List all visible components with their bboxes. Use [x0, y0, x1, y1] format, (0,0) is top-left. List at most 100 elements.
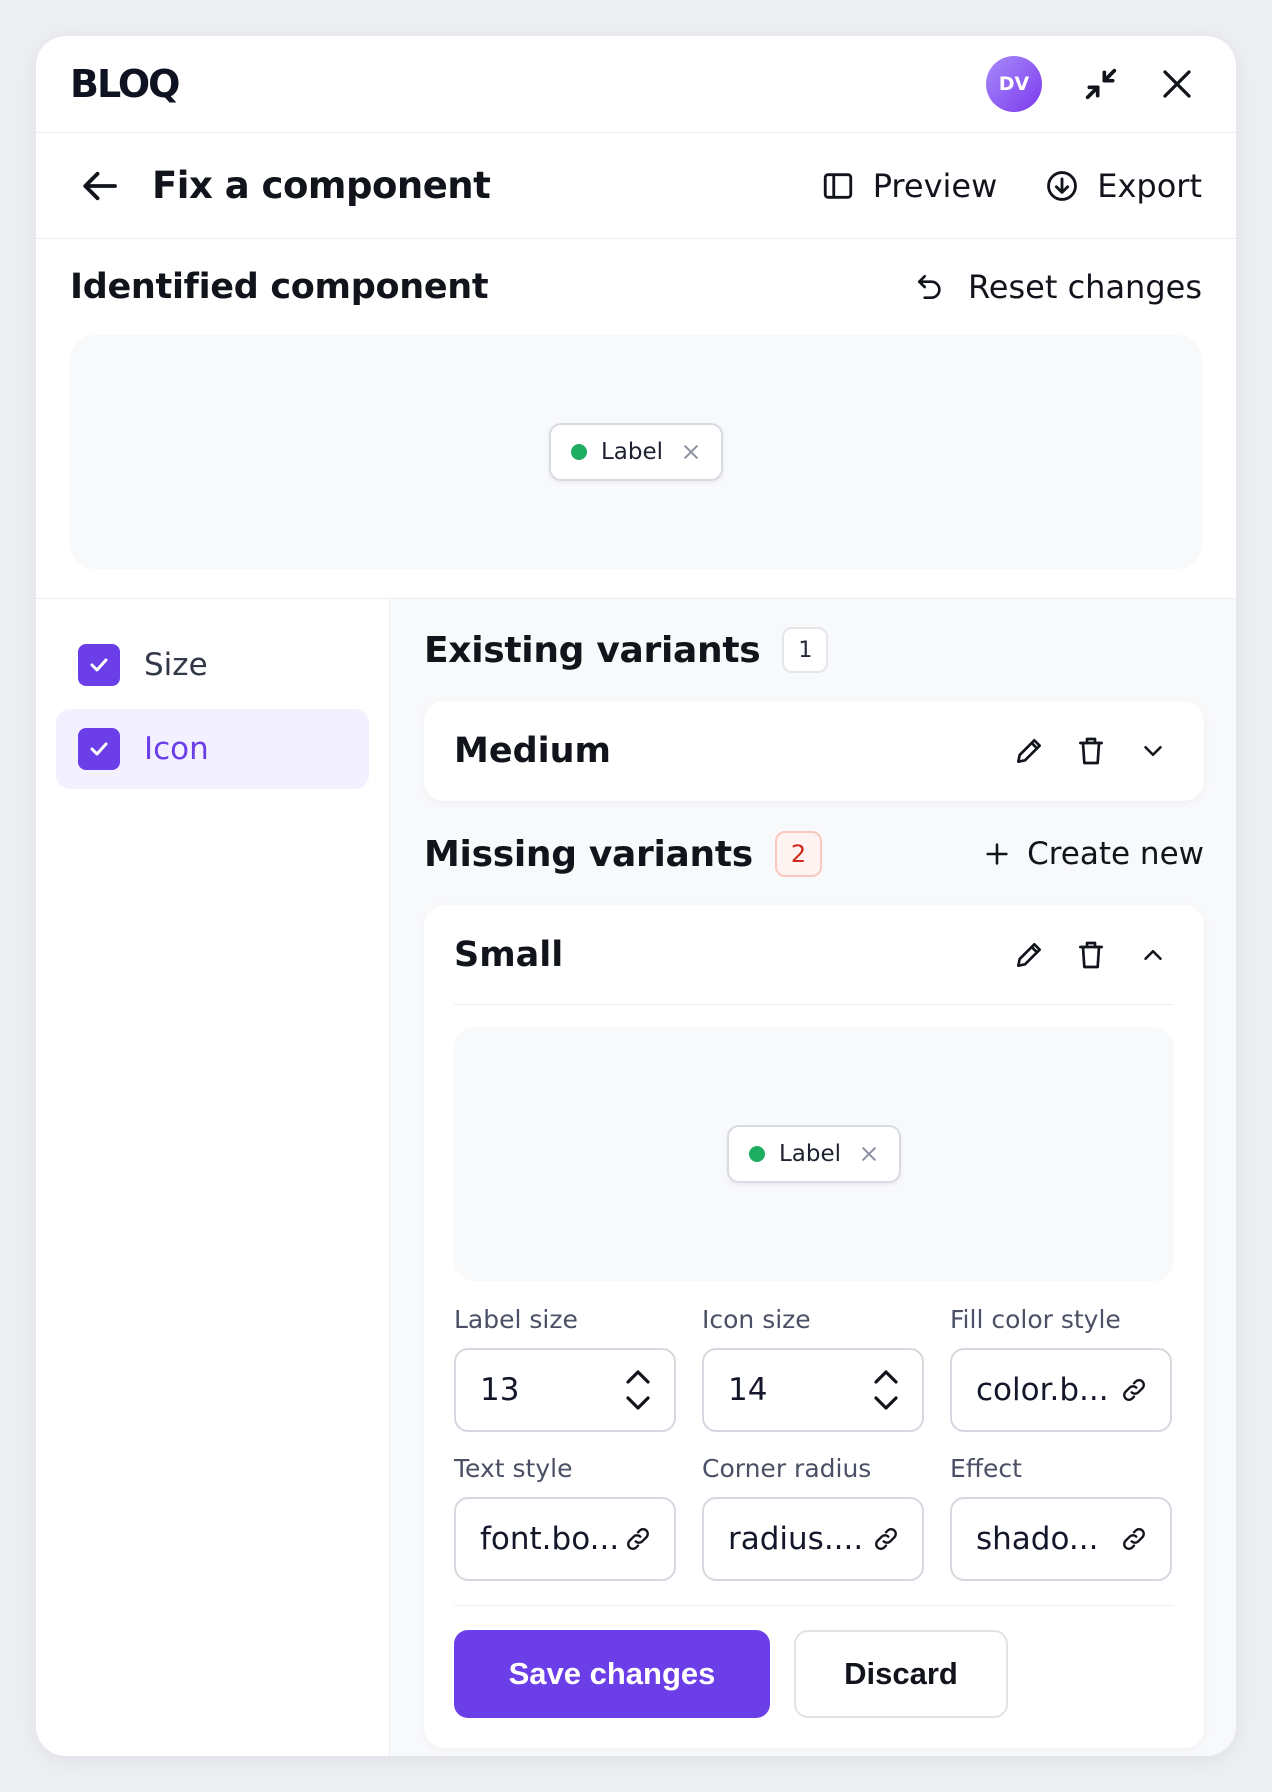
variant-actions: Save changes Discard — [454, 1605, 1174, 1718]
check-icon — [90, 658, 108, 672]
existing-count-badge: 1 — [782, 627, 829, 673]
link-icon — [627, 1528, 649, 1550]
link-button[interactable] — [1120, 1376, 1148, 1404]
close-button[interactable] — [1152, 59, 1202, 109]
top-bar: BLOQ DV — [36, 36, 1236, 133]
export-button[interactable]: Export — [1045, 167, 1202, 205]
collapse-button[interactable] — [1132, 934, 1174, 976]
reset-changes-button[interactable]: Reset changes — [914, 268, 1202, 306]
link-button[interactable] — [1120, 1525, 1148, 1553]
preview-label: Preview — [872, 166, 998, 205]
stepper-arrows-icon — [626, 1370, 650, 1410]
status-dot — [570, 444, 587, 460]
delete-button[interactable] — [1070, 730, 1112, 772]
sidebar-item-label: Size — [144, 647, 208, 683]
chevron-up-icon — [1144, 949, 1162, 960]
sidebar-item-icon[interactable]: Icon — [56, 709, 369, 789]
close-icon[interactable] — [681, 442, 701, 462]
discard-button[interactable]: Discard — [794, 1630, 1008, 1718]
avatar[interactable]: DV — [986, 56, 1042, 112]
field-value: 14 — [728, 1372, 768, 1408]
page-header: Fix a component Preview Export — [36, 133, 1236, 239]
label-chip[interactable]: Label — [548, 423, 724, 481]
sidebar-panel-icon — [823, 172, 852, 199]
minimize-arrows-icon — [1085, 68, 1117, 100]
field-label: Effect — [950, 1454, 1022, 1483]
icon-size-stepper[interactable] — [872, 1368, 900, 1412]
variant-card-small: Small Label Label size 13 Icon size 14 F… — [424, 905, 1204, 1748]
link-button[interactable] — [624, 1525, 652, 1553]
edit-button[interactable] — [1008, 730, 1050, 772]
missing-variants-header: Missing variants 2 Create new — [424, 803, 1204, 905]
pencil-icon — [1017, 942, 1041, 967]
variants-panel: Existing variants 1 Medium Missing varia… — [390, 599, 1236, 1756]
label-chip[interactable]: Label — [726, 1125, 902, 1183]
label-size-input[interactable]: 13 — [454, 1348, 676, 1432]
status-dot — [748, 1146, 765, 1162]
text-style-input[interactable]: font.bo... — [454, 1497, 676, 1581]
icon-checkbox[interactable] — [78, 728, 120, 770]
variant-name: Small — [454, 934, 564, 975]
variant-fields: Label size 13 Icon size 14 Fill color st… — [454, 1299, 1174, 1597]
component-preview: Label — [70, 335, 1202, 569]
field-label: Icon size — [702, 1305, 811, 1334]
missing-variants-title: Missing variants — [424, 833, 753, 875]
trash-icon — [1079, 737, 1103, 765]
field-label: Text style — [454, 1454, 573, 1483]
label-size-stepper[interactable] — [624, 1368, 652, 1412]
delete-button[interactable] — [1070, 934, 1112, 976]
field-label: Fill color style — [950, 1305, 1121, 1334]
existing-variants-header: Existing variants 1 — [424, 599, 1204, 701]
icon-size-input[interactable]: 14 — [702, 1348, 924, 1432]
reset-changes-label: Reset changes — [968, 268, 1202, 306]
chip-label: Label — [600, 439, 664, 465]
field-value: 13 — [480, 1372, 520, 1408]
plus-icon — [986, 843, 1008, 865]
variant-editor: Size Icon Existing variants 1 Medium Mis… — [36, 598, 1236, 1756]
undo-icon — [918, 275, 941, 299]
sidebar-item-label: Icon — [144, 731, 209, 767]
chip-label: Label — [778, 1141, 842, 1167]
icon-size-group: Icon size 14 — [702, 1299, 924, 1448]
back-button[interactable] — [76, 161, 126, 211]
field-label: Corner radius — [702, 1454, 872, 1483]
variant-preview: Label — [454, 1027, 1174, 1281]
corner-radius-group: Corner radius radius.... — [702, 1448, 924, 1597]
create-new-button[interactable]: Create new — [983, 836, 1204, 872]
field-value: font.bo... — [480, 1521, 620, 1557]
minimize-button[interactable] — [1076, 59, 1126, 109]
fix-component-panel: BLOQ DV Fix a component Preview Export I… — [36, 36, 1236, 1756]
corner-radius-input[interactable]: radius.... — [702, 1497, 924, 1581]
existing-variants-title: Existing variants — [424, 629, 761, 671]
preview-button[interactable]: Preview — [821, 166, 998, 205]
edit-button[interactable] — [1008, 934, 1050, 976]
page-title: Fix a component — [152, 164, 491, 207]
field-value: color.b... — [976, 1372, 1109, 1408]
field-label: Label size — [454, 1305, 578, 1334]
save-changes-button[interactable]: Save changes — [454, 1630, 770, 1718]
size-checkbox[interactable] — [78, 644, 120, 686]
text-style-group: Text style font.bo... — [454, 1448, 676, 1597]
pencil-icon — [1017, 739, 1041, 763]
sidebar-item-size[interactable]: Size — [56, 625, 369, 705]
link-icon — [875, 1528, 897, 1550]
close-icon[interactable] — [859, 1144, 879, 1164]
field-value: shado... — [976, 1521, 1099, 1557]
effect-input[interactable]: shado... — [950, 1497, 1172, 1581]
link-icon — [1123, 1379, 1145, 1401]
fill-color-style-group: Fill color style color.b... — [950, 1299, 1172, 1448]
missing-count-badge: 2 — [774, 831, 823, 877]
property-sidebar: Size Icon — [36, 599, 390, 1756]
app-logo: BLOQ — [70, 62, 180, 106]
stepper-arrows-icon — [874, 1370, 898, 1410]
close-icon — [1163, 70, 1191, 98]
expand-button[interactable] — [1132, 730, 1174, 772]
link-button[interactable] — [872, 1525, 900, 1553]
download-circle-icon — [1047, 170, 1078, 201]
field-value: radius.... — [728, 1521, 864, 1557]
identified-component-section: Identified component Reset changes Label — [36, 239, 1236, 569]
variant-card-medium[interactable]: Medium — [424, 701, 1204, 801]
identified-component-title: Identified component — [70, 267, 489, 307]
fill-color-style-input[interactable]: color.b... — [950, 1348, 1172, 1432]
chevron-down-icon — [1144, 746, 1162, 756]
